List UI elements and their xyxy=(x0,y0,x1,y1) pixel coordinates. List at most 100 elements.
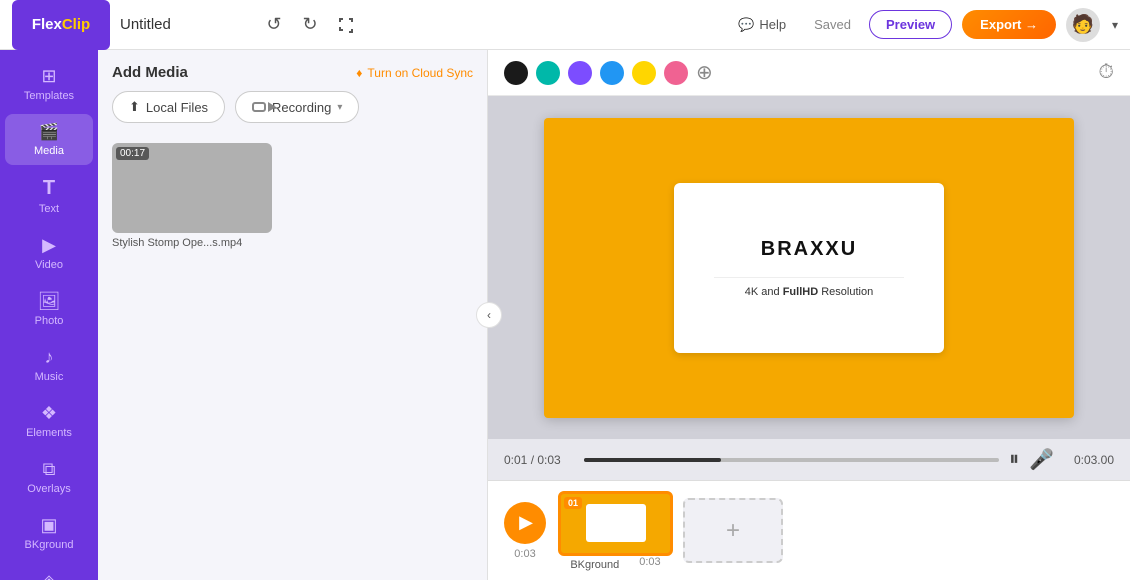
overlays-icon: ⧉ xyxy=(43,459,56,480)
timeline-time-display: 0:03 xyxy=(514,548,535,560)
sidebar-item-label: Elements xyxy=(26,427,72,439)
help-label: Help xyxy=(759,17,786,32)
color-purple[interactable] xyxy=(568,61,592,85)
media-thumb-label: Stylish Stomp Ope...s.mp4 xyxy=(112,237,272,249)
sidebar-item-music[interactable]: ♪ Music xyxy=(5,339,93,391)
avatar[interactable]: 🧑 xyxy=(1066,8,1100,42)
clip-badge: 01 xyxy=(564,497,582,509)
sidebar-item-label: BKground xyxy=(25,539,74,551)
color-black[interactable] xyxy=(504,61,528,85)
diamond-icon: ♦ xyxy=(356,66,362,80)
preview-button[interactable]: Preview xyxy=(869,10,952,39)
app-logo[interactable]: FlexClip xyxy=(12,0,110,50)
bkground-icon: ▣ xyxy=(40,515,57,536)
avatar-chevron-icon[interactable]: ▾ xyxy=(1112,18,1118,32)
local-files-button[interactable]: ⬆ Local Files xyxy=(112,91,225,123)
sidebar-item-label: Photo xyxy=(35,315,64,327)
add-clip-icon: + xyxy=(726,517,740,545)
color-yellow[interactable] xyxy=(632,61,656,85)
pause-button[interactable]: ⏸ xyxy=(1009,448,1019,471)
templates-icon: ⊞ xyxy=(41,66,56,87)
left-panel: Add Media ♦ Turn on Cloud Sync ⬆ Local F… xyxy=(98,50,488,580)
sidebar-item-label: Overlays xyxy=(27,483,70,495)
export-button[interactable]: Export → xyxy=(962,10,1056,39)
sidebar-item-video[interactable]: ▶ Video xyxy=(5,227,93,279)
clock-icon[interactable]: ⏱ xyxy=(1098,61,1114,84)
help-button[interactable]: 💬 Help xyxy=(728,12,796,38)
music-icon: ♪ xyxy=(45,347,54,368)
project-title-input[interactable] xyxy=(120,16,250,33)
text-icon: T xyxy=(43,177,55,200)
sidebar-item-watermark[interactable]: ◈ Watermark xyxy=(5,563,93,580)
elements-icon: ❖ xyxy=(41,403,57,424)
sidebar-item-elements[interactable]: ❖ Elements xyxy=(5,395,93,447)
recording-chevron-icon: ▾ xyxy=(337,102,342,113)
color-pink[interactable] xyxy=(664,61,688,85)
help-icon: 💬 xyxy=(738,17,754,33)
sidebar-item-overlays[interactable]: ⧉ Overlays xyxy=(5,451,93,503)
clip-thumb-inner xyxy=(586,504,646,542)
video-icon: ▶ xyxy=(42,235,56,256)
fullscreen-button[interactable] xyxy=(332,11,360,39)
local-files-label: Local Files xyxy=(146,100,208,115)
progress-bar[interactable] xyxy=(584,458,999,462)
redo-button[interactable]: ↻ xyxy=(296,11,324,39)
clip-label: BKground xyxy=(570,559,619,571)
recording-icon xyxy=(252,102,266,112)
media-thumb-item[interactable]: 00:17 Stylish Stomp Ope...s.mp4 xyxy=(112,143,272,572)
collapse-panel-button[interactable]: ‹ xyxy=(476,302,502,328)
media-timestamp: 00:17 xyxy=(116,147,149,160)
canvas-card-divider xyxy=(714,277,904,278)
microphone-icon[interactable]: 🎤 xyxy=(1029,447,1054,472)
media-buttons: ⬆ Local Files Recording ▾ xyxy=(98,91,487,135)
canvas-card-title: BRAXXU xyxy=(761,238,857,261)
main-layout: ⊞ Templates 🎬 Media T Text ▶ Video 🖼 Pho… xyxy=(0,50,1130,580)
clip-thumbnail[interactable]: 01 xyxy=(558,491,673,556)
sidebar-item-label: Templates xyxy=(24,90,74,102)
play-icon: ▶ xyxy=(519,512,533,533)
sidebar-item-label: Music xyxy=(35,371,64,383)
timeline-play-button[interactable]: ▶ xyxy=(504,502,546,544)
add-clip-item: + xyxy=(683,498,783,563)
left-panel-wrapper: Add Media ♦ Turn on Cloud Sync ⬆ Local F… xyxy=(98,50,488,580)
undo-button[interactable]: ↺ xyxy=(260,11,288,39)
center-area: ⊕ ⏱ BRAXXU 4K and FullHD Resolution 0:01… xyxy=(488,50,1130,580)
color-palette: ⊕ ⏱ xyxy=(488,50,1130,96)
media-grid: 00:17 Stylish Stomp Ope...s.mp4 xyxy=(98,135,487,580)
sidebar-item-photo[interactable]: 🖼 Photo xyxy=(5,283,93,335)
sidebar-item-text[interactable]: T Text xyxy=(5,169,93,223)
canvas-card-subtitle: 4K and FullHD Resolution xyxy=(745,286,873,298)
topbar: FlexClip ↺ ↻ 💬 Help Saved Preview Export… xyxy=(0,0,1130,50)
clip-duration: 0:03 xyxy=(639,556,660,571)
add-media-title: Add Media xyxy=(112,64,188,81)
canvas-area: BRAXXU 4K and FullHD Resolution xyxy=(488,96,1130,439)
clip-item: 01 BKground 0:03 xyxy=(558,491,673,571)
sidebar-item-media[interactable]: 🎬 Media xyxy=(5,114,93,165)
clip-meta: BKground 0:03 xyxy=(570,556,660,571)
color-teal[interactable] xyxy=(536,61,560,85)
cloud-sync-button[interactable]: ♦ Turn on Cloud Sync xyxy=(356,66,473,80)
sidebar-item-bkground[interactable]: ▣ BKground xyxy=(5,507,93,559)
video-controls: 0:01 / 0:03 ⏸ 🎤 0:03.00 xyxy=(488,439,1130,480)
saved-status: Saved xyxy=(806,17,859,32)
topbar-icons: ↺ ↻ xyxy=(260,11,360,39)
sidebar: ⊞ Templates 🎬 Media T Text ▶ Video 🖼 Pho… xyxy=(0,50,98,580)
duration-display: 0:03.00 xyxy=(1064,453,1114,467)
media-icon: 🎬 xyxy=(39,122,59,142)
watermark-icon: ◈ xyxy=(42,571,56,580)
sidebar-item-templates[interactable]: ⊞ Templates xyxy=(5,58,93,110)
sidebar-item-label: Media xyxy=(34,145,64,157)
canvas-card: BRAXXU 4K and FullHD Resolution xyxy=(674,183,944,353)
color-blue[interactable] xyxy=(600,61,624,85)
left-panel-header: Add Media ♦ Turn on Cloud Sync xyxy=(98,50,487,91)
more-colors-button[interactable]: ⊕ xyxy=(696,60,713,85)
pause-icon: ⏸ xyxy=(1009,448,1019,471)
progress-bar-fill xyxy=(584,458,721,462)
photo-icon: 🖼 xyxy=(38,291,61,312)
add-clip-button[interactable]: + xyxy=(683,498,783,563)
recording-button[interactable]: Recording ▾ xyxy=(235,91,359,123)
sidebar-item-label: Video xyxy=(35,259,63,271)
media-thumb-preview: 00:17 xyxy=(112,143,272,233)
play-section: ▶ 0:03 xyxy=(504,502,546,560)
canvas-preview[interactable]: BRAXXU 4K and FullHD Resolution xyxy=(544,118,1074,418)
